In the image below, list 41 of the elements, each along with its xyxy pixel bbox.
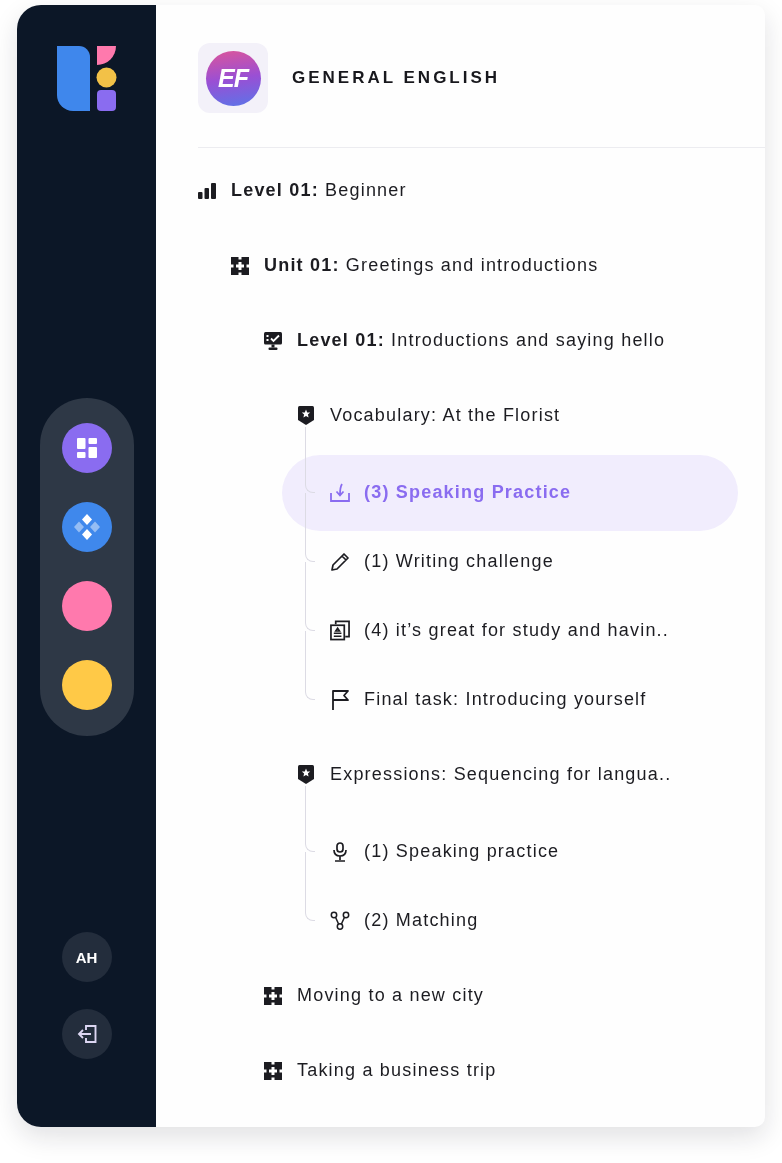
app-logo-icon xyxy=(56,46,117,111)
tree-connector-line xyxy=(305,851,315,921)
logout-icon xyxy=(76,1025,97,1043)
diamonds-icon xyxy=(72,513,101,541)
tree-item[interactable]: (1) Speaking practice xyxy=(282,817,738,886)
course-title: GENERAL ENGLISH xyxy=(292,68,501,88)
tree-item[interactable]: (2) Matching xyxy=(282,886,738,955)
bar-chart-icon xyxy=(198,182,216,199)
tree-connector-line xyxy=(305,785,315,852)
flag-icon xyxy=(330,689,350,710)
tree-item[interactable]: Level 01: Beginner xyxy=(198,153,738,228)
avatar-button[interactable]: AH xyxy=(61,932,112,982)
nav-button[interactable] xyxy=(61,581,112,631)
tray-arrow-icon xyxy=(330,483,350,502)
tree-item[interactable]: Taking a business trip xyxy=(264,1033,738,1108)
nav-button[interactable] xyxy=(61,502,112,552)
tree-connector-line xyxy=(305,561,315,631)
pencil-icon xyxy=(330,552,350,571)
nav-button[interactable] xyxy=(61,660,112,710)
logout-button[interactable] xyxy=(61,1009,112,1059)
course-logo: EF xyxy=(205,50,261,106)
tree-item[interactable]: Moving to a new city xyxy=(264,958,738,1033)
monitor-check-icon xyxy=(264,331,282,350)
four-squares-icon xyxy=(231,256,249,275)
shield-star-icon xyxy=(298,765,314,784)
tree-item[interactable]: Final task: Introducing yourself xyxy=(282,665,738,734)
tree-item[interactable]: Unit 01: Greetings and introductions xyxy=(231,228,738,303)
tree-item[interactable]: Level 01: Introductions and saying hello xyxy=(264,303,738,378)
nav-button[interactable] xyxy=(61,423,112,473)
tree-connector-line xyxy=(305,492,315,562)
documents-icon xyxy=(330,620,350,641)
four-squares-icon xyxy=(264,1061,282,1080)
shield-star-icon xyxy=(298,406,314,425)
four-squares-icon xyxy=(264,986,282,1005)
nodes-icon xyxy=(330,911,350,930)
tree-item[interactable]: Expressions: Sequencing for langua.. xyxy=(297,737,738,812)
microphone-icon xyxy=(333,841,347,862)
tree-item[interactable]: (4) it’s great for study and havin.. xyxy=(282,596,738,665)
dashboard-icon xyxy=(76,438,97,458)
tree-item[interactable]: Vocabulary: At the Florist xyxy=(297,378,738,453)
tree-connector-line xyxy=(305,630,315,700)
